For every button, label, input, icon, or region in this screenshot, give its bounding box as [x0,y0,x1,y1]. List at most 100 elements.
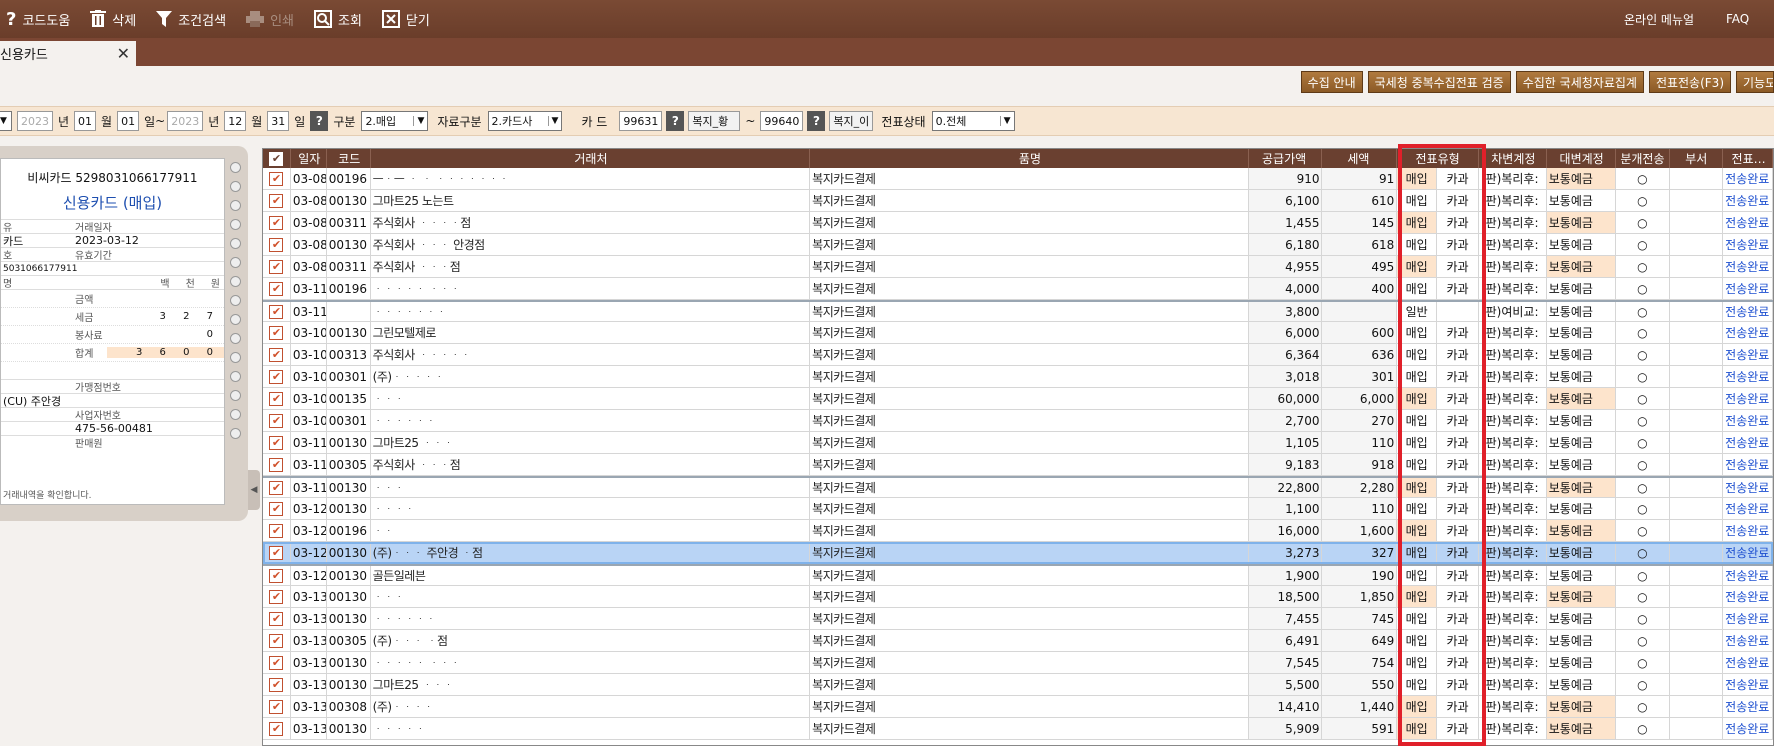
table-row[interactable]: ✔ 03-11 ᆞᆞᆞᆞᆞᆞᆞ 복지카드결제 3,800 일반 (판)여비교: 보통예금 ○ 전송… [263,300,1773,322]
card-to-help-icon[interactable]: ? [807,111,826,131]
row-checkbox[interactable]: ✔ [263,542,291,563]
year-from-input[interactable]: 2023 [17,111,53,131]
send-voucher-button[interactable]: 전표전송(F3) [1648,71,1731,93]
row-checkbox[interactable]: ✔ [263,302,291,321]
check-icon[interactable]: ✔ [269,633,284,648]
row-checkbox[interactable]: ✔ [263,696,291,717]
check-icon[interactable]: ✔ [269,457,284,472]
check-icon[interactable]: ✔ [269,391,284,406]
card-from-code-input[interactable]: 99631 [619,111,663,131]
check-icon[interactable]: ✔ [269,655,284,670]
header-item[interactable]: 품명 [810,149,1249,168]
table-row[interactable]: ✔ 03-13 00130 ᆞᆞᆞ 복지카드결제 18,500 1,850 매입 카과 (판)복리… [263,586,1773,608]
select-all-checkbox[interactable]: ✔ [263,149,291,168]
row-checkbox[interactable]: ✔ [263,498,291,519]
table-row[interactable]: ✔ 03-10 00313 주식회사 ᆞᆞᆞᆞᆞ 복지카드결제 6,364 636 매입 카과(… [263,344,1773,366]
table-row[interactable]: ✔ 03-12 00130 ᆞᆞᆞᆞ 복지카드결제 1,100 110 매입 카과 (판)복리후:… [263,498,1773,520]
help-question-icon[interactable]: ? [310,111,329,131]
table-row[interactable]: ✔ 03-11 00196 ᆞᆞᆞᆞᆞ ᆞᆞᆞ 복지카드결제 4,000 400 매입 카과 (판… [263,278,1773,300]
table-row[interactable]: ✔ 03-08 00130 그마트25 노는트 복지카드결제 6,100 610 매입 카과 (판… [263,190,1773,212]
period-dropdown[interactable]: ▼ [0,111,12,131]
check-icon[interactable]: ✔ [269,304,284,319]
row-checkbox[interactable]: ✔ [263,212,291,233]
check-icon[interactable]: ✔ [269,568,284,583]
table-row[interactable]: ✔ 03-13 00130 ᆞᆞᆞᆞᆞᆞ 복지카드결제 7,455 745 매입 카과 (판)복리… [263,608,1773,630]
check-icon[interactable]: ✔ [269,325,284,340]
header-voucher-type[interactable]: 전표유형 [1397,149,1479,168]
row-checkbox[interactable]: ✔ [263,168,291,189]
month-from-input[interactable]: 01 [74,111,97,131]
row-checkbox[interactable]: ✔ [263,652,291,673]
table-row[interactable]: ✔ 03-10 00301 ᆞᆞᆞᆞᆞᆞ 복지카드결제 2,700 270 매입 카과 (판)복리… [263,410,1773,432]
check-icon[interactable]: ✔ [269,369,284,384]
row-checkbox[interactable]: ✔ [263,454,291,475]
table-row[interactable]: ✔ 03-12 00196 ᆞᆞ 복지카드결제 16,000 1,600 매입 카과 (판)복리후… [263,520,1773,542]
table-row[interactable]: ✔ 03-10 00301 (주)ᆞᆞᆞᆞᆞ 복지카드결제 3,018 301 매입 카과 (판)… [263,366,1773,388]
card-to-code-input[interactable]: 99640 [760,111,804,131]
row-checkbox[interactable]: ✔ [263,344,291,365]
row-checkbox[interactable]: ✔ [263,586,291,607]
check-icon[interactable]: ✔ [269,523,284,538]
nts-duplicate-verify-button[interactable]: 국세청 중복수집전표 검증 [1367,71,1511,93]
header-vendor[interactable]: 거래처 [371,149,811,168]
table-row[interactable]: ✔ 03-12 00130 (주)ᆞᆞᆞ 주안경 ᆞ점 복지카드결제 3,273 327 매입… [263,542,1773,564]
table-row[interactable]: ✔ 03-08 00311 주식회사 ᆞᆞᆞ점 복지카드결제 4,955 495 매입 카과 (판… [263,256,1773,278]
table-row[interactable]: ✔ 03-13 00305 (주)ᆞᆞᆞ ᆞ점 복지카드결제 6,491 649 매입 카과 (판… [263,630,1773,652]
table-row[interactable]: ✔ 03-13 00130 ᆞᆞᆞᆞᆞ ᆞᆞᆞ 복지카드결제 7,545 754 매입 카과 (판… [263,652,1773,674]
check-icon[interactable]: ✔ [269,699,284,714]
table-row[interactable]: ✔ 03-11 00130 ᆞᆞᆞ 복지카드결제 22,800 2,280 매입 카과 (판)복리… [263,476,1773,498]
check-icon[interactable]: ✔ [269,259,284,274]
header-credit[interactable]: 대변계정 [1547,149,1616,168]
row-checkbox[interactable]: ✔ [263,608,291,629]
row-checkbox[interactable]: ✔ [263,566,291,585]
row-checkbox[interactable]: ✔ [263,388,291,409]
table-row[interactable]: ✔ 03-12 00130 골든일레븐 복지카드결제 1,900 190 매입 카과 (판)복리후… [263,564,1773,586]
check-icon[interactable]: ✔ [269,413,284,428]
row-checkbox[interactable]: ✔ [263,190,291,211]
check-icon[interactable]: ✔ [269,611,284,626]
row-checkbox[interactable]: ✔ [263,718,291,739]
lookup-button[interactable]: 조회 [304,0,372,38]
row-checkbox[interactable]: ✔ [263,234,291,255]
header-debit[interactable]: 차변계정 [1479,149,1547,168]
table-row[interactable]: ✔ 03-13 00130 그마트25 ᆞᆞᆞ 복지카드결제 5,500 550 매입 카과 (판… [263,674,1773,696]
card-from-help-icon[interactable]: ? [666,111,685,131]
month-to-input[interactable]: 12 [224,111,247,131]
check-icon[interactable]: ✔ [269,215,284,230]
condition-search-button[interactable]: 조건검색 [146,0,236,38]
tab-credit-card[interactable]: 신용카드 ✕ [0,41,136,66]
check-icon[interactable]: ✔ [269,545,284,560]
table-row[interactable]: ✔ 03-08 00311 주식회사 ᆞᆞᆞᆞ점 복지카드결제 1,455 145 매입 카과(… [263,212,1773,234]
check-icon[interactable]: ✔ [269,677,284,692]
check-icon[interactable]: ✔ [269,281,284,296]
table-row[interactable]: ✔ 03-13 00130 ᆞᆞᆞᆞᆞ 복지카드결제 5,909 591 매입 카과 (판)복리후… [263,718,1773,740]
header-tax[interactable]: 세액 [1322,149,1398,168]
table-row[interactable]: ✔ 03-08 00196 ᅳᆞᅳ ᆞ ᆞ ᆞᆞᆞᆞᆞᆞᆞ 복지카드결제 910 91 매입 카… [263,168,1773,190]
check-icon[interactable]: ✔ [269,435,284,450]
header-trans[interactable]: 전표… [1723,149,1773,168]
table-row[interactable]: ✔ 03-08 00130 주식회사 ᆞᆞᆞ 안경점 복지카드결제 6,180 618 매입 카… [263,234,1773,256]
year-to-input[interactable]: 2023 [167,111,204,131]
table-row[interactable]: ✔ 03-11 00130 그마트25 ᆞᆞᆞ 복지카드결제 1,105 110 매입 카과 (판… [263,432,1773,454]
print-button[interactable]: 인쇄 [236,0,304,38]
day-from-input[interactable]: 01 [117,111,140,131]
more-functions-button[interactable]: 기능모 [1736,71,1774,93]
check-icon[interactable]: ✔ [269,193,284,208]
row-checkbox[interactable]: ✔ [263,630,291,651]
header-dept[interactable]: 부서 [1670,149,1724,168]
table-row[interactable]: ✔ 03-11 00305 주식회사 ᆞᆞᆞ점 복지카드결제 9,183 918 매입 카과 (판… [263,454,1773,476]
table-row[interactable]: ✔ 03-13 00308 (주)ᆞᆞᆞᆞ 복지카드결제 14,410 1,440 매입 카과(… [263,696,1773,718]
gubun-select[interactable]: 2.매입 ▼ [361,111,429,131]
row-checkbox[interactable]: ✔ [263,278,291,299]
collect-guide-button[interactable]: 수집 안내 [1300,71,1363,93]
online-manual-link[interactable]: 온라인 메뉴얼 [1624,0,1694,38]
faq-link[interactable]: FAQ [1726,0,1749,38]
header-date[interactable]: 일자 [291,149,327,168]
row-checkbox[interactable]: ✔ [263,366,291,387]
row-checkbox[interactable]: ✔ [263,478,291,497]
check-icon[interactable]: ✔ [269,347,284,362]
tab-close-icon[interactable]: ✕ [117,44,130,63]
table-row[interactable]: ✔ 03-10 00135 ᆞᆞᆞ 복지카드결제 60,000 6,000 매입 카과 (판)복리… [263,388,1773,410]
source-select[interactable]: 2.카드사 ▼ [487,111,563,131]
header-supply[interactable]: 공급가액 [1249,149,1323,168]
